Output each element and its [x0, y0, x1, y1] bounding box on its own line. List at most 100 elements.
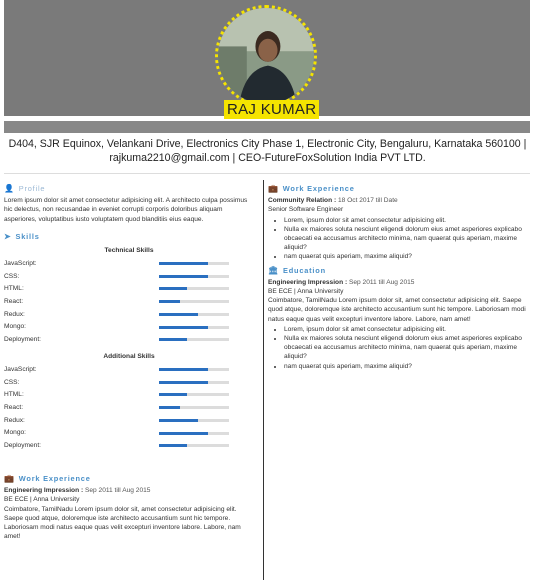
- skill-label: Redux:: [4, 310, 25, 318]
- list-item: Nulla ex maiores soluta nesciunt eligend…: [284, 334, 530, 362]
- education-degree: BE ECE | Anna University: [268, 288, 344, 296]
- additional-skills: Additional Skills JavaScript: CSS: HTML: Re…: [4, 352, 254, 452]
- technical-skills-list: JavaScript: CSS: HTML: React: Redux: Mongo: De…: [4, 257, 254, 346]
- skill-row: Mongo:: [4, 427, 254, 440]
- skill-bar-fill: [159, 338, 187, 342]
- profile-photo-image: [218, 8, 314, 104]
- profile-photo: [215, 5, 317, 107]
- contact-block: D404, SJR Equinox, Velankani Drive, Elec…: [0, 137, 535, 165]
- skill-bar-fill: [159, 380, 208, 384]
- skill-label: Mongo:: [4, 323, 26, 331]
- education-bullets: Lorem, ipsum dolor sit amet consectetur …: [268, 325, 530, 371]
- skill-bar-track: [159, 274, 229, 278]
- skill-row: Redux:: [4, 414, 254, 427]
- column-divider: [263, 180, 264, 580]
- skill-label: HTML:: [4, 391, 24, 399]
- left-work-heading: 💼 Work Experience: [4, 474, 254, 483]
- skill-bar-fill: [159, 368, 208, 372]
- education-title: Education: [282, 265, 326, 275]
- left-column: 👤 Profile Lorem ipsum dolor sit amet con…: [4, 184, 254, 541]
- building-icon: 🏛: [268, 265, 279, 275]
- work-role: Senior Software Engineer: [268, 206, 344, 214]
- skill-row: HTML:: [4, 389, 254, 402]
- skill-label: JavaScript:: [4, 259, 37, 267]
- education-text: Coimbatore, TamilNadu Lorem ipsum dolor …: [268, 297, 526, 323]
- technical-skills: Technical Skills JavaScript: CSS: HTML: Rea…: [4, 246, 254, 346]
- skill-bar-track: [159, 287, 229, 291]
- additional-skills-list: JavaScript: CSS: HTML: React: Redux: Mongo: De…: [4, 363, 254, 452]
- skill-bar-track: [159, 368, 229, 372]
- section-divider: [4, 173, 530, 174]
- skills-title: Skills: [15, 231, 40, 241]
- briefcase-icon: 💼: [268, 184, 279, 193]
- work-dates: 18 Oct 2017 till Date: [336, 197, 398, 205]
- skill-label: JavaScript:: [4, 365, 37, 373]
- skills-heading: ➤ Skills: [4, 232, 254, 241]
- header-divider-bar: [4, 121, 530, 133]
- skill-bar-fill: [159, 312, 198, 316]
- left-work-org: Engineering Impression :: [4, 487, 84, 495]
- skill-row: Redux:: [4, 308, 254, 321]
- education-heading: 🏛 Education: [268, 266, 530, 275]
- skill-row: CSS:: [4, 270, 254, 283]
- skill-bar-fill: [159, 325, 208, 329]
- profile-text: Lorem ipsum dolor sit amet consectetur a…: [4, 197, 248, 223]
- skill-label: HTML:: [4, 285, 24, 293]
- briefcase-icon: 💼: [4, 474, 15, 484]
- education-org-line: Engineering Impression : Sep 2011 till A…: [268, 278, 530, 287]
- list-item: Lorem, ipsum dolor sit amet consectetur …: [284, 325, 530, 334]
- additional-skills-title: Additional Skills: [103, 353, 155, 361]
- profile-title: Profile: [18, 184, 46, 193]
- skill-bar-track: [159, 444, 229, 448]
- contact-text: rajkuma2210@gmail.com | CEO-FutureFoxSol…: [109, 152, 426, 164]
- skill-label: React:: [4, 404, 24, 412]
- skill-bar-track: [159, 431, 229, 435]
- education-dates: Sep 2011 till Aug 2015: [347, 278, 415, 286]
- skill-bar-track: [159, 312, 229, 316]
- skill-row: Deployment:: [4, 439, 254, 452]
- skill-label: Mongo:: [4, 429, 26, 437]
- education-org: Engineering Impression :: [268, 278, 348, 286]
- skill-bar-track: [159, 418, 229, 422]
- skill-row: HTML:: [4, 283, 254, 296]
- skill-bar-track: [159, 380, 229, 384]
- left-work-title: Work Experience: [18, 474, 91, 484]
- work-title: Work Experience: [282, 184, 355, 193]
- skill-bar-fill: [159, 300, 180, 304]
- skill-row: React:: [4, 401, 254, 414]
- profile-heading: 👤 Profile: [4, 184, 254, 193]
- skill-label: React:: [4, 298, 24, 306]
- work-heading: 💼 Work Experience: [268, 184, 530, 193]
- skill-row: JavaScript:: [4, 363, 254, 376]
- skill-bar-fill: [159, 418, 198, 422]
- technical-skills-title: Technical Skills: [104, 247, 154, 255]
- work-org-line: Community Relation : 18 Oct 2017 till Da…: [268, 196, 530, 205]
- list-item: Nulla ex maiores soluta nesciunt eligend…: [284, 225, 530, 253]
- skill-label: CSS:: [4, 272, 20, 280]
- skill-label: CSS:: [4, 378, 20, 386]
- skill-label: Deployment:: [4, 336, 42, 344]
- work-org: Community Relation :: [268, 197, 337, 205]
- skill-bar-fill: [159, 444, 187, 448]
- skill-row: CSS:: [4, 376, 254, 389]
- skill-bar-fill: [159, 431, 208, 435]
- skill-bar-track: [159, 406, 229, 410]
- skill-row: JavaScript:: [4, 257, 254, 270]
- skill-bar-track: [159, 300, 229, 304]
- left-work-org-line: Engineering Impression : Sep 2011 till A…: [4, 486, 254, 495]
- skill-bar-fill: [159, 287, 187, 291]
- skill-bar-track: [159, 262, 229, 266]
- person-name: RAJ KUMAR: [224, 100, 320, 119]
- skill-row: Mongo:: [4, 321, 254, 334]
- list-item: nam quaerat quis aperiam, maxime aliquid…: [284, 362, 530, 371]
- address-text: D404, SJR Equinox, Velankani Drive, Elec…: [8, 138, 527, 150]
- skill-bar-fill: [159, 262, 208, 266]
- left-work-text: Coimbatore, TamilNadu Lorem ipsum dolor …: [4, 505, 241, 541]
- rocket-icon: ➤: [4, 231, 12, 241]
- work-bullets: Lorem, ipsum dolor sit amet consectetur …: [268, 216, 530, 262]
- list-item: nam quaerat quis aperiam, maxime aliquid…: [284, 252, 530, 261]
- right-column: 💼 Work Experience Community Relation : 1…: [268, 184, 530, 373]
- left-work-degree: BE ECE | Anna University: [4, 496, 80, 504]
- user-icon: 👤: [4, 184, 15, 193]
- skill-bar-fill: [159, 406, 180, 410]
